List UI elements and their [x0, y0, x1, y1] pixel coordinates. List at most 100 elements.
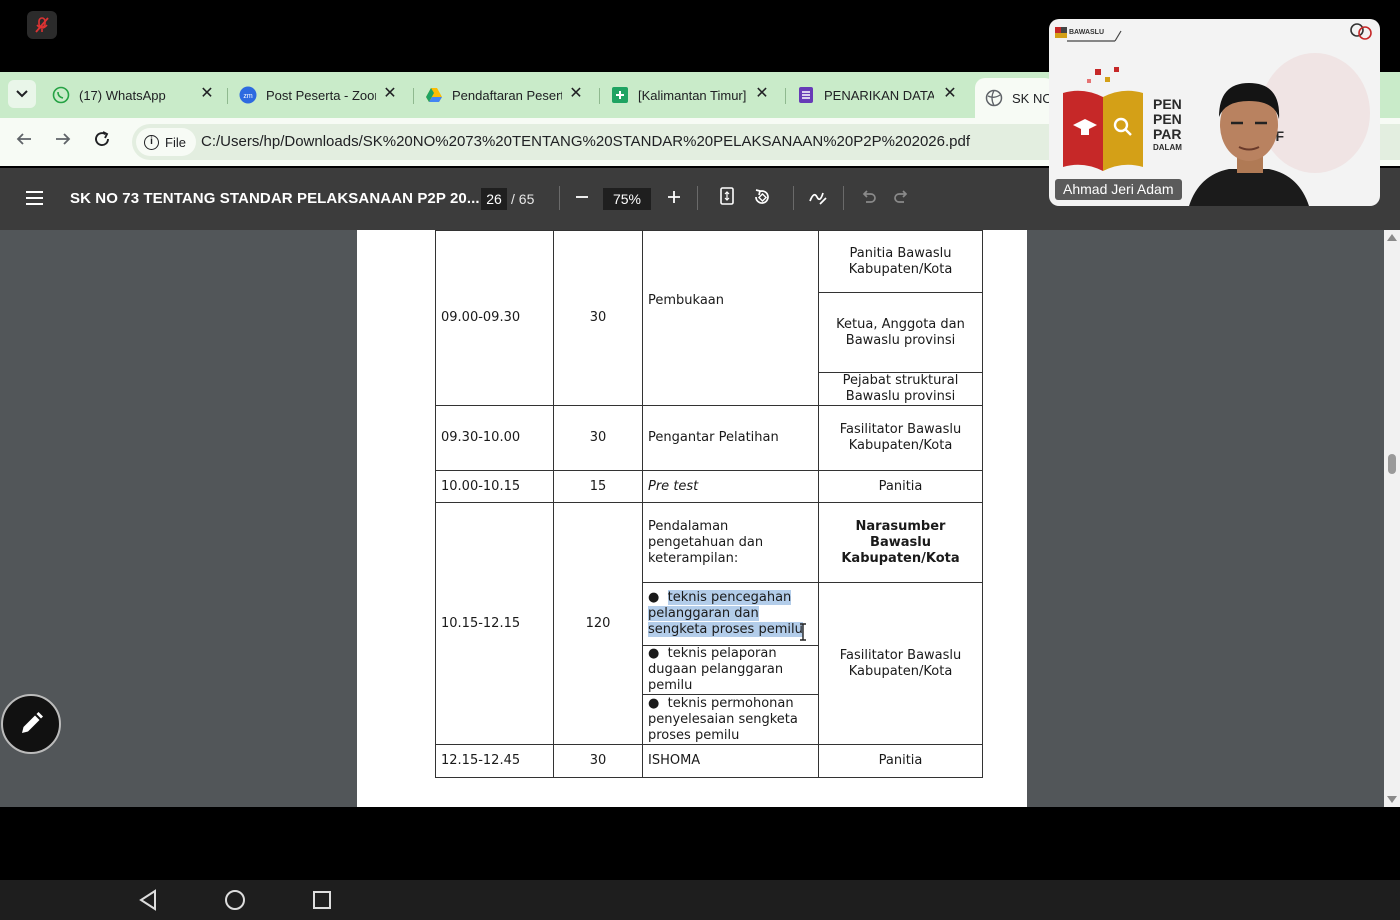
- bullet-item: ● teknis permohonan penyelesaian sengket…: [642, 694, 819, 745]
- time-cell: 09.30-10.00: [435, 405, 554, 471]
- close-icon[interactable]: ✕: [198, 85, 216, 103]
- close-icon[interactable]: ✕: [567, 85, 585, 103]
- google-sheets-icon: [612, 87, 628, 103]
- annotate-fab-button[interactable]: [1, 694, 61, 754]
- tab-search-button[interactable]: [8, 80, 36, 108]
- minutes-cell: 15: [553, 470, 643, 503]
- toolbar-divider: [843, 186, 844, 210]
- activity-cell: Pendalaman pengetahuan dan keterampilan:: [642, 502, 819, 583]
- google-forms-icon: [799, 87, 813, 103]
- time-cell: 10.15-12.15: [435, 502, 554, 745]
- pdf-viewer-area[interactable]: 09.00-09.30 30 Pembukaan Panitia Bawaslu…: [0, 230, 1400, 807]
- redo-button[interactable]: [891, 187, 913, 209]
- bullet-dot: ●: [648, 646, 668, 661]
- responsible-cell: Panitia: [818, 744, 983, 778]
- tab-label: PENARIKAN DATA: [824, 87, 934, 103]
- svg-text:zm: zm: [243, 93, 253, 100]
- bullet-item: ● teknis pelaporan dugaan pelanggaran pe…: [642, 645, 819, 695]
- pdf-page[interactable]: 09.00-09.30 30 Pembukaan Panitia Bawaslu…: [357, 230, 1027, 807]
- close-icon[interactable]: ✕: [941, 85, 959, 103]
- time-cell: 12.15-12.45: [435, 744, 554, 778]
- tab-divider: [599, 88, 600, 104]
- tab-google-sheets[interactable]: [Kalimantan Timur] ✕: [611, 80, 771, 110]
- tab-divider: [227, 88, 228, 104]
- tab-google-forms[interactable]: PENARIKAN DATA ✕: [797, 80, 959, 110]
- bawaslu-logo: BAWASLU: [1055, 27, 1122, 42]
- redo-icon: [894, 190, 908, 203]
- url-text[interactable]: C:/Users/hp/Downloads/SK%20NO%2073%20TEN…: [201, 133, 970, 150]
- arrow-right-icon: [56, 133, 71, 145]
- activity-cell: ISHOMA: [642, 744, 819, 778]
- bullet-item: ● teknis pencegahan pelanggaran dan seng…: [642, 582, 819, 646]
- tab-divider: [413, 88, 414, 104]
- poster-text-left: PEN PEN PAR: [1153, 97, 1182, 142]
- home-circle-icon[interactable]: [223, 888, 247, 912]
- menu-icon[interactable]: [26, 191, 43, 205]
- pencil-icon: [22, 712, 43, 733]
- globe-icon: [985, 89, 1003, 107]
- poster-line: PEN: [1153, 111, 1182, 127]
- tab-google-drive[interactable]: Pendaftaran Peserta ✕: [425, 80, 585, 110]
- info-icon: i: [144, 134, 159, 150]
- back-button[interactable]: [12, 130, 36, 154]
- tab-whatsapp[interactable]: (17) WhatsApp ✕: [52, 80, 216, 110]
- scrollbar-thumb[interactable]: [1388, 454, 1396, 474]
- fit-page-button[interactable]: [716, 187, 738, 209]
- tab-label: Post Peserta - Zoom: [266, 87, 376, 103]
- site-info-label: File: [165, 134, 186, 150]
- tab-label: SK NO: [1012, 90, 1052, 106]
- participant-video-tile[interactable]: BAWASLU PENPENPAR NTIF DALAM Ahmad Jeri …: [1049, 19, 1380, 206]
- responsible-cell: Fasilitator Bawaslu Kabupaten/Kota: [818, 405, 983, 471]
- tab-zoom[interactable]: zm Post Peserta - Zoom ✕: [239, 80, 399, 110]
- open-book-logo-icon: [1063, 67, 1143, 171]
- forward-button[interactable]: [51, 130, 75, 154]
- table-row: 09.00-09.30 30 Pembukaan Panitia Bawaslu…: [435, 230, 983, 406]
- schedule-table: 09.00-09.30 30 Pembukaan Panitia Bawaslu…: [435, 230, 983, 778]
- responsible-cell: Narasumber Bawaslu Kabupaten/Kota: [818, 502, 983, 583]
- zoom-out-button[interactable]: [571, 187, 593, 209]
- reload-button[interactable]: [90, 130, 114, 154]
- close-icon[interactable]: ✕: [753, 85, 771, 103]
- vertical-scrollbar[interactable]: [1384, 230, 1400, 807]
- close-icon[interactable]: ✕: [381, 85, 399, 103]
- toolbar-divider: [697, 186, 698, 210]
- time-cell: 10.00-10.15: [435, 470, 554, 503]
- undo-button[interactable]: [857, 187, 879, 209]
- responsible-cell: Ketua, Anggota dan Bawaslu provinsi: [818, 292, 983, 373]
- fit-to-page-icon: [720, 187, 734, 205]
- tab-sk-pdf-active[interactable]: SK NO: [975, 78, 1055, 118]
- recents-square-icon[interactable]: [311, 888, 333, 912]
- bawaslu-brand-text: BAWASLU: [1069, 29, 1104, 36]
- draw-icon: [809, 192, 827, 205]
- zoom-level-input[interactable]: 75%: [603, 188, 651, 210]
- table-row: 09.30-10.00 30 Pengantar Pelatihan Fasil…: [435, 405, 983, 471]
- toolbar-divider: [793, 186, 794, 210]
- minutes-cell: 120: [553, 502, 643, 745]
- plus-icon: [668, 191, 680, 203]
- poster-line: PAR: [1153, 126, 1182, 142]
- selected-text[interactable]: teknis pencegahan pelanggaran dan sengke…: [648, 590, 803, 637]
- scroll-down-arrow-icon[interactable]: [1387, 796, 1397, 803]
- activity-cell: Pengantar Pelatihan: [642, 405, 819, 471]
- page-number-input[interactable]: 26: [481, 188, 507, 210]
- text-cursor-icon: [800, 623, 806, 641]
- screen-bottom-band: [0, 807, 1400, 880]
- annotate-button[interactable]: [807, 187, 829, 209]
- activity-cell: Pembukaan: [642, 230, 819, 406]
- tab-label: (17) WhatsApp: [79, 87, 166, 103]
- site-info-chip[interactable]: i File: [136, 128, 196, 156]
- page-total: / 65: [511, 191, 535, 207]
- back-triangle-icon[interactable]: [137, 888, 159, 912]
- table-row: 10.15-12.15 120 Pendalaman pengetahuan d…: [435, 502, 983, 745]
- corner-logo-icon: [1350, 23, 1372, 40]
- responsible-cell: Panitia Bawaslu Kabupaten/Kota: [818, 230, 983, 293]
- bullet-dot: ●: [648, 695, 668, 711]
- scroll-up-arrow-icon[interactable]: [1387, 234, 1397, 241]
- chevron-down-icon: [16, 90, 28, 98]
- rotate-icon: [755, 189, 769, 204]
- mic-muted-button[interactable]: [27, 11, 57, 39]
- zoom-in-button[interactable]: [663, 187, 685, 209]
- rotate-button[interactable]: [751, 187, 773, 209]
- time-cell: 09.00-09.30: [435, 230, 554, 406]
- mic-muted-icon: [35, 17, 49, 33]
